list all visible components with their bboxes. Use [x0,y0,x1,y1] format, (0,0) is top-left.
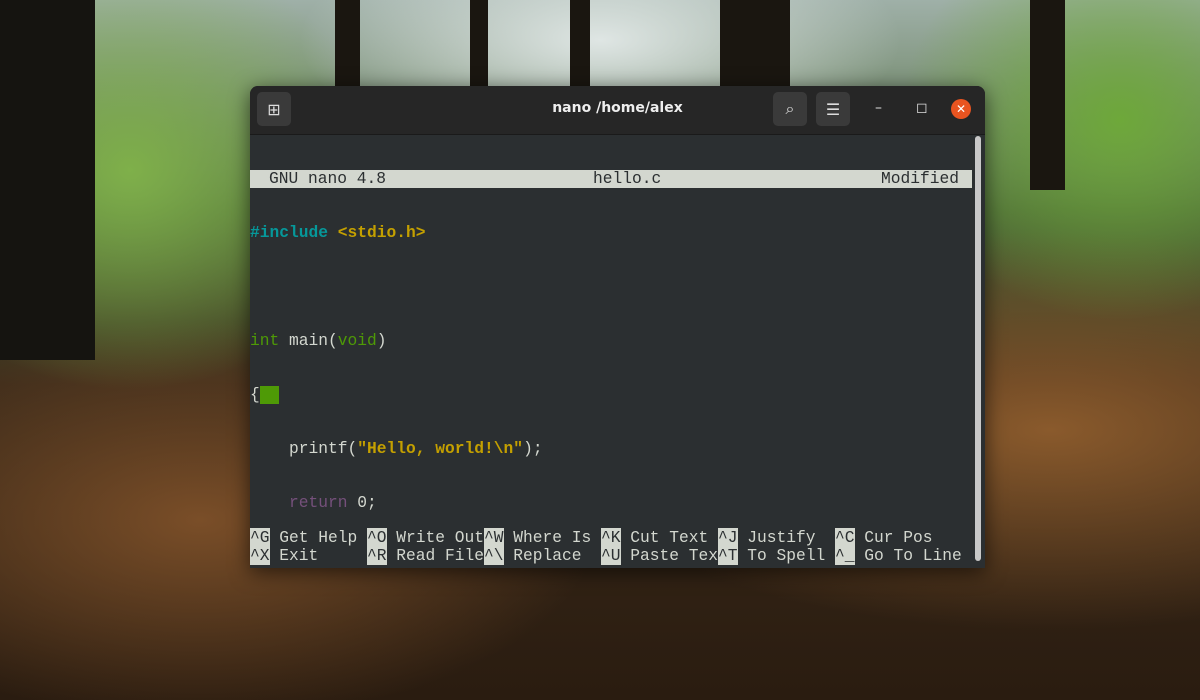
code-line: return 0; [250,494,972,512]
shortcut-item[interactable]: ^J Justify [718,528,816,547]
code-text: 0; [347,493,377,512]
nano-editor[interactable]: GNU nano 4.8 hello.c Modified #include <… [250,134,972,568]
terminal-window: ⊞ nano /home/alex ⌕ ☰ – ◻ ✕ GNU nano 4.8… [250,86,985,568]
shortcut-item[interactable]: ^K Cut Text [601,528,709,547]
shortcut-label: Go To Line [864,546,962,565]
menu-button[interactable]: ☰ [816,92,850,126]
minimize-button[interactable]: – [875,100,882,116]
shortcut-key: ^T [718,546,738,565]
shortcut-label: Paste Text [630,546,728,565]
shortcut-label: Replace [513,546,582,565]
shortcut-label: Write Out [396,528,485,547]
shortcut-item[interactable]: ^\ Replace [484,546,582,565]
shortcut-label: Exit [279,546,319,565]
tree-trunk [570,0,590,90]
scrollbar[interactable] [975,136,981,561]
type-keyword: void [337,331,377,350]
tree-trunk [720,0,790,90]
shortcut-label: Get Help [279,528,358,547]
code-line: int main(void) [250,332,972,350]
shortcut-label: Cut Text [630,528,709,547]
shortcut-key: ^C [835,528,855,547]
code-text: main( [279,331,338,350]
nano-version: GNU nano 4.8 [269,169,387,188]
shortcut-item[interactable]: ^O Write Out [367,528,485,547]
shortcut-key: ^X [250,546,270,565]
shortcut-key: ^R [367,546,387,565]
close-button[interactable]: ✕ [951,99,971,119]
search-button[interactable]: ⌕ [773,92,807,126]
code-text: printf( [250,439,358,458]
code-text: { [250,385,260,404]
shortcut-item[interactable]: ^T To Spell [718,546,826,565]
shortcut-key: ^W [484,528,504,547]
shortcut-item[interactable]: ^_ Go To Line [835,546,962,565]
shortcut-item[interactable]: ^R Read File [367,546,485,565]
file-name: hello.c [593,169,662,188]
shortcut-key: ^O [367,528,387,547]
tree-trunk [1030,0,1065,190]
shortcut-key: ^K [601,528,621,547]
shortcut-key: ^U [601,546,621,565]
shortcut-key: ^\ [484,546,504,565]
tree-trunk [335,0,360,90]
shortcut-label: Where Is [513,528,592,547]
search-icon: ⌕ [785,99,795,118]
shortcut-key: ^J [718,528,738,547]
shortcut-item[interactable]: ^G Get Help [250,528,358,547]
shortcut-label: Read File [396,546,485,565]
code-line: printf("Hello, world!\n"); [250,440,972,458]
shortcut-item[interactable]: ^X Exit [250,546,319,565]
shortcut-label: To Spell [747,546,826,565]
code-text: ) [376,331,387,350]
shortcut-item[interactable]: ^W Where Is [484,528,592,547]
shortcut-key: ^G [250,528,270,547]
header-name: <stdio.h> [328,223,426,242]
title-bar: ⊞ nano /home/alex ⌕ ☰ – ◻ ✕ [250,86,985,135]
return-keyword: return [289,493,348,512]
shortcut-label: Cur Pos [864,528,933,547]
shortcut-item[interactable]: ^C Cur Pos [835,528,933,547]
modified-status: Modified [881,169,960,188]
tree-trunk [0,0,95,360]
shortcut-bar: ^G Get Help ^X Exit ^O Write Out ^R Read Fi… [250,528,972,565]
hamburger-icon: ☰ [825,99,841,119]
maximize-button[interactable]: ◻ [916,100,928,116]
code-line: #include <stdio.h> [250,224,972,242]
text-cursor [259,386,279,404]
type-keyword: int [250,331,280,350]
shortcut-item[interactable]: ^U Paste Text [601,546,728,565]
shortcut-label: Justify [747,528,816,547]
nano-header: GNU nano 4.8 hello.c Modified [250,170,972,188]
shortcut-key: ^_ [835,546,855,565]
close-icon: ✕ [955,102,967,116]
tree-trunk [470,0,488,90]
code-line: { [250,386,972,404]
string-literal: "Hello, world!\n" [357,439,524,458]
code-text: ); [523,439,543,458]
